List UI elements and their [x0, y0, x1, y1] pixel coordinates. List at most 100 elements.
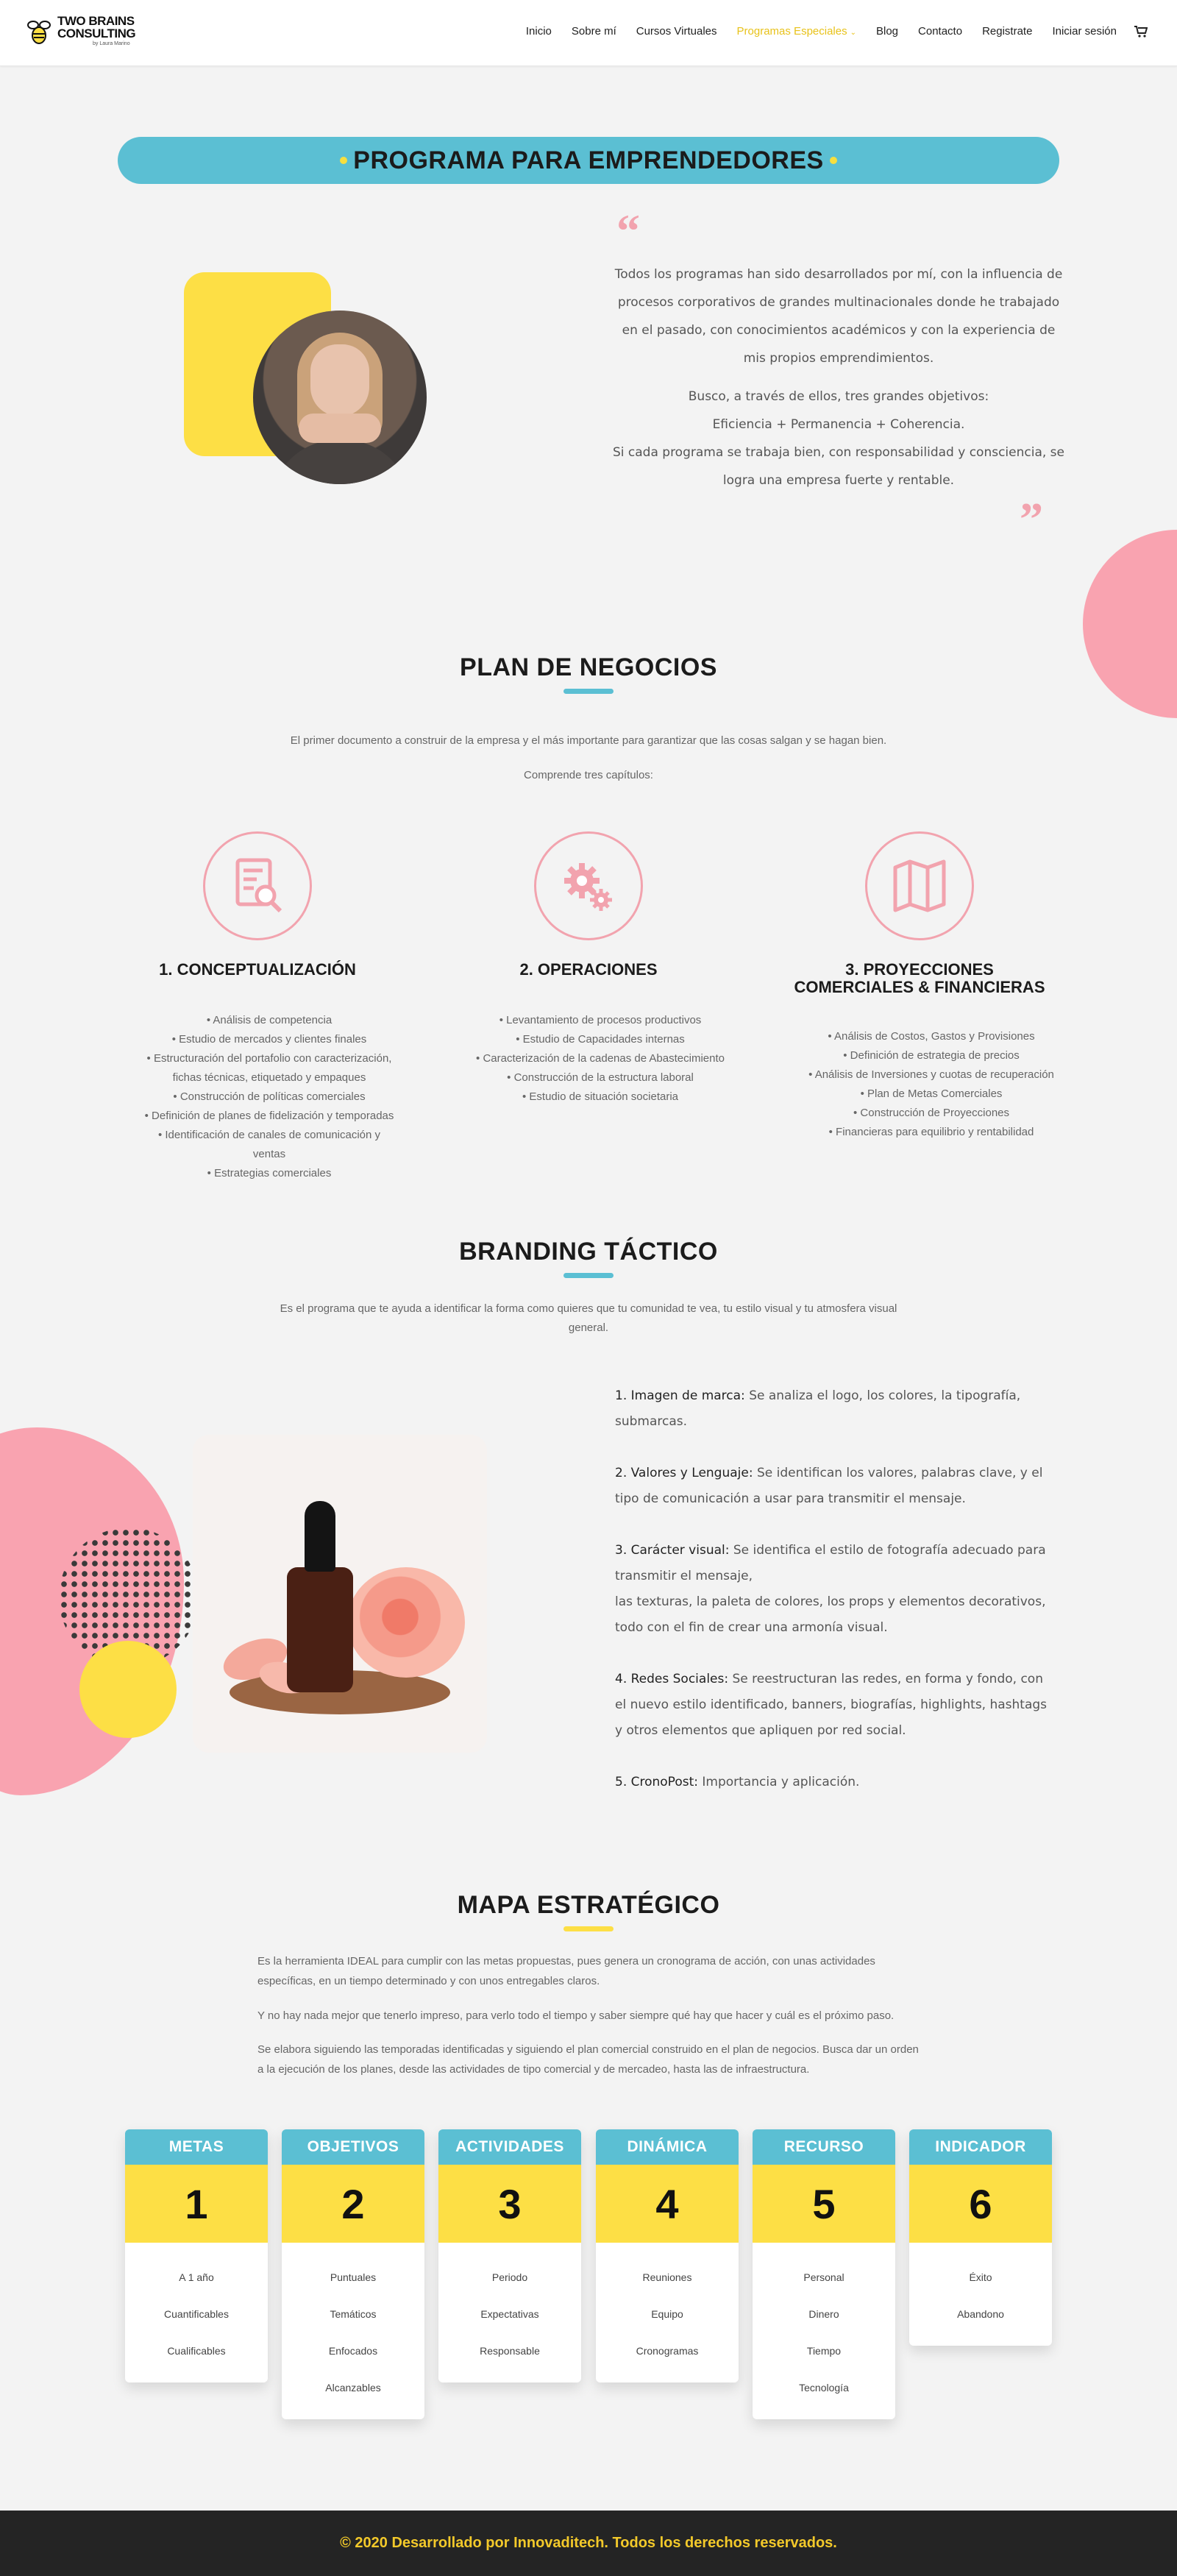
card-actividades: ACTIVIDADES 3 Periodo Expectativas Respo…	[438, 2129, 581, 2382]
card-item: Responsable	[480, 2345, 540, 2357]
site-logo[interactable]: TWO BRAINS CONSULTING by Laura Marino	[26, 14, 136, 46]
card-item: Enfocados	[328, 2345, 378, 2357]
card-number: 1	[125, 2165, 268, 2243]
branding-item-lead: 4. Redes Sociales:	[615, 1672, 729, 1686]
card-dinamica: DINÁMICA 4 Reuniones Equipo Cronogramas	[596, 2129, 739, 2382]
plan-intro-2: Comprende tres capítulos:	[524, 769, 653, 781]
conceptualizacion-list: Análisis de competencia Estudio de merca…	[122, 1011, 416, 1183]
card-item: Puntuales	[330, 2271, 377, 2283]
mapa-paragraph-3: Se elabora siguiendo las temporadas iden…	[257, 2043, 919, 2076]
list-item: Levantamiento de procesos productivos	[453, 1011, 747, 1030]
card-number: 5	[753, 2165, 895, 2243]
branding-item-text-2: las texturas, la paleta de colores, los …	[615, 1594, 1046, 1635]
card-title: ACTIVIDADES	[438, 2129, 581, 2165]
branding-item-4: 4. Redes Sociales: Se reestructuran las …	[615, 1667, 1056, 1744]
card-title: OBJETIVOS	[282, 2129, 424, 2165]
card-number: 2	[282, 2165, 424, 2243]
quote-open-icon: “	[616, 205, 640, 257]
nav-registrate[interactable]: Registrate	[982, 25, 1032, 38]
intro-text: Todos los programas han sido desarrollad…	[611, 260, 1067, 505]
nav-sobre-mi[interactable]: Sobre mí	[572, 25, 616, 38]
branding-item-3: 3. Carácter visual: Se identifica el est…	[615, 1538, 1056, 1641]
list-item: Financieras para equilibrio y rentabilid…	[784, 1123, 1078, 1142]
list-item: Estrategias comerciales	[122, 1164, 416, 1183]
intro-paragraph-1: Todos los programas han sido desarrollad…	[614, 267, 1063, 366]
nav-inicio[interactable]: Inicio	[526, 25, 552, 38]
proyecciones-title-line-2: COMERCIALES & FINANCIERAS	[794, 978, 1045, 996]
nav-programas-especiales[interactable]: Programas Especiales ⌄	[737, 25, 856, 38]
gears-icon	[564, 863, 612, 911]
branding-item-lead: 2. Valores y Lenguaje:	[615, 1466, 753, 1480]
founder-portrait	[253, 311, 427, 484]
conceptualizacion-icon-circle	[203, 831, 312, 940]
branding-item-5: 5. CronoPost: Importancia y aplicación.	[615, 1770, 1056, 1795]
branding-intro-line-2: general.	[568, 1321, 609, 1334]
card-item: Alcanzables	[325, 2382, 381, 2394]
nav-cursos-virtuales[interactable]: Cursos Virtuales	[636, 25, 717, 38]
bee-logo-icon	[27, 20, 51, 44]
proyecciones-icon-circle	[865, 831, 974, 940]
list-item: Caracterización de la cadenas de Abastec…	[453, 1049, 747, 1068]
list-item-continuation: ventas	[252, 1148, 286, 1160]
card-title: INDICADOR	[909, 2129, 1052, 2165]
list-item: Análisis de Costos, Gastos y Provisiones	[784, 1027, 1078, 1046]
card-item: Tecnología	[799, 2382, 849, 2394]
list-item: Construcción de Proyecciones	[784, 1104, 1078, 1123]
operaciones-title: 2. OPERACIONES	[519, 960, 658, 979]
main-nav: Inicio Sobre mí Cursos Virtuales Program…	[506, 25, 1148, 38]
list-item: Análisis de competencia	[122, 1011, 416, 1030]
list-item: Plan de Metas Comerciales	[784, 1085, 1078, 1104]
card-item: Cronogramas	[636, 2345, 699, 2357]
branding-intro-line-1: Es el programa que te ayuda a identifica…	[280, 1302, 897, 1315]
nav-blog[interactable]: Blog	[876, 25, 898, 38]
card-item: Personal	[803, 2271, 844, 2283]
branding-item-text: Importancia y aplicación.	[697, 1775, 860, 1789]
nav-iniciar-sesion[interactable]: Iniciar sesión	[1052, 25, 1117, 38]
logo-line1: TWO BRAINS	[57, 14, 135, 28]
site-header: TWO BRAINS CONSULTING by Laura Marino In…	[0, 0, 1177, 66]
card-item: Cualificables	[167, 2345, 226, 2357]
branding-title-underline	[563, 1273, 614, 1278]
list-item: Definición de planes de fidelización y t…	[122, 1107, 416, 1126]
card-objetivos: OBJETIVOS 2 Puntuales Temáticos Enfocado…	[282, 2129, 424, 2419]
banner-dot-right	[829, 157, 837, 164]
card-number: 6	[909, 2165, 1052, 2243]
list-item: Construcción de la estructura laboral	[453, 1068, 747, 1087]
serum-bottle-image	[193, 1435, 487, 1753]
operaciones-list: Levantamiento de procesos productivos Es…	[453, 1011, 747, 1107]
list-item: Estructuración del portafolio con caract…	[122, 1049, 416, 1068]
plan-title-underline	[563, 689, 614, 694]
proyecciones-title: 3. PROYECCIONES COMERCIALES & FINANCIERA…	[765, 961, 1074, 996]
card-item: Éxito	[969, 2271, 992, 2283]
intro-paragraph-2-line-3: Si cada programa se trabaja bien, con re…	[612, 445, 1064, 488]
list-item: Identificación de canales de comunicació…	[122, 1126, 416, 1145]
cart-icon[interactable]	[1134, 25, 1148, 38]
card-item: Reuniones	[642, 2271, 692, 2283]
card-item: Equipo	[651, 2308, 683, 2320]
list-item: Definición de estrategia de precios	[784, 1046, 1078, 1065]
proyecciones-list: Análisis de Costos, Gastos y Provisiones…	[784, 1027, 1078, 1142]
card-item: Tiempo	[806, 2345, 842, 2357]
list-item: Construcción de políticas comerciales	[122, 1087, 416, 1107]
logo-sub: by Laura Marino	[93, 41, 130, 46]
map-icon	[893, 859, 946, 912]
operaciones-icon-circle	[534, 831, 643, 940]
mapa-title-underline	[563, 1926, 614, 1931]
branding-list: 1. Imagen de marca: Se analiza el logo, …	[615, 1383, 1056, 1821]
proyecciones-title-line-1: 3. PROYECCIONES	[845, 960, 994, 979]
decorative-yellow-circle	[79, 1641, 177, 1738]
card-indicador: INDICADOR 6 Éxito Abandono	[909, 2129, 1052, 2346]
card-item: Expectativas	[480, 2308, 539, 2320]
branding-item-lead: 5. CronoPost:	[615, 1775, 698, 1789]
logo-line2: CONSULTING	[57, 26, 136, 40]
program-banner-title: PROGRAMA PARA EMPRENDEDORES	[353, 146, 824, 174]
card-number: 3	[438, 2165, 581, 2243]
card-number: 4	[596, 2165, 739, 2243]
list-item: Estudio de mercados y clientes finales	[122, 1030, 416, 1049]
program-banner: PROGRAMA PARA EMPRENDEDORES	[118, 137, 1059, 184]
nav-contacto[interactable]: Contacto	[918, 25, 962, 38]
list-item: Estudio de situación societaria	[453, 1087, 747, 1107]
card-item: Periodo	[491, 2271, 528, 2283]
card-metas: METAS 1 A 1 año Cuantificables Cualifica…	[125, 2129, 268, 2382]
quote-close-icon: ”	[1020, 493, 1043, 545]
